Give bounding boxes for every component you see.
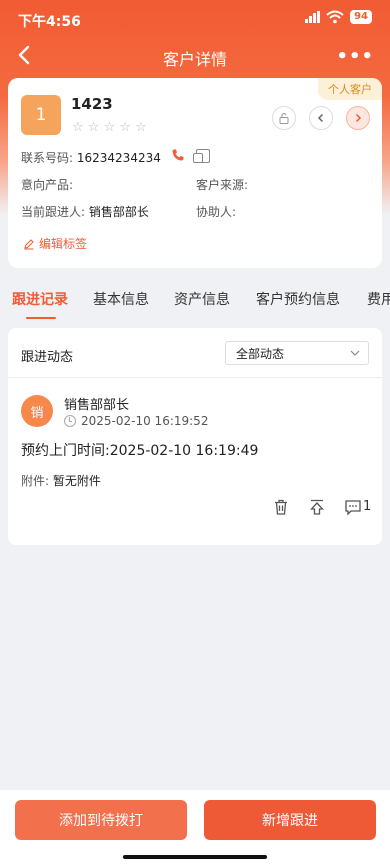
pencil-icon — [24, 238, 34, 249]
follower-avatar: 销 — [21, 395, 53, 427]
product-row: 意向产品: — [21, 176, 73, 193]
tab-bar: 跟进记录 基本信息 资产信息 客户预约信息 费用 — [0, 285, 390, 321]
customer-card: 个人客户 1 1423 ☆ ☆ ☆ ☆ ☆ 联系号码: 16234234234 … — [8, 78, 382, 268]
source-row: 客户来源: — [196, 176, 248, 193]
follower-value: 销售部部长 — [88, 205, 149, 219]
comment-count: 1 — [363, 499, 372, 514]
follow-time-text: 2025-02-10 16:19:52 — [81, 414, 209, 428]
follow-header-label: 跟进动态 — [21, 350, 74, 365]
follow-content: 预约上门时间:2025-02-10 16:19:49 — [21, 443, 259, 459]
chevron-left-icon — [317, 113, 324, 123]
more-options-icon[interactable]: ••• — [336, 46, 374, 67]
follower-row: 当前跟进人: 销售部部长 — [21, 203, 149, 220]
status-time: 下午4:56 — [18, 14, 81, 30]
tab-fees[interactable]: 费用 — [367, 289, 390, 309]
status-icons: 94 — [305, 10, 372, 24]
attachment-label: 附件: — [21, 474, 50, 488]
assistant-row: 协助人: — [196, 203, 236, 220]
comment-icon[interactable] — [344, 498, 362, 516]
attachment-row: 附件: 暂无附件 — [21, 472, 101, 489]
chevron-right-icon — [355, 113, 362, 123]
signal-icon — [305, 11, 321, 23]
unlock-button[interactable] — [272, 106, 296, 130]
pin-top-icon[interactable] — [308, 498, 326, 516]
follow-card: 跟进动态 全部动态 销 销售部部长 2025-02-10 16:19:52 预约… — [8, 328, 382, 545]
attachment-value: 暂无附件 — [52, 474, 101, 488]
product-label: 意向产品: — [21, 178, 74, 192]
wifi-icon — [326, 10, 344, 24]
clock-icon — [64, 415, 76, 427]
phone-number: 16234234234 — [76, 151, 161, 165]
follower-name: 销售部部长 — [64, 398, 130, 413]
nav-bar: 客户详情 ••• — [0, 38, 390, 74]
next-customer-button[interactable] — [346, 106, 370, 130]
follower-label: 当前跟进人: — [21, 205, 86, 219]
filter-value: 全部动态 — [236, 347, 285, 361]
tab-follow-records[interactable]: 跟进记录 — [12, 289, 68, 309]
tab-indicator — [26, 317, 56, 319]
customer-avatar: 1 — [21, 95, 61, 135]
copy-icon[interactable] — [193, 149, 210, 163]
home-indicator — [123, 855, 267, 859]
add-follow-up-button[interactable]: 新增跟进 — [204, 800, 376, 840]
battery-icon: 94 — [350, 10, 372, 24]
delete-icon[interactable] — [272, 498, 290, 516]
chevron-down-icon — [350, 350, 360, 356]
phone-label: 联系号码: — [21, 151, 74, 165]
tab-basic-info[interactable]: 基本信息 — [93, 289, 149, 309]
phone-row: 联系号码: 16234234234 — [21, 149, 161, 166]
follow-time: 2025-02-10 16:19:52 — [64, 414, 208, 428]
star-rating[interactable]: ☆ ☆ ☆ ☆ ☆ — [72, 120, 147, 135]
divider — [8, 377, 382, 378]
assistant-label: 协助人: — [196, 205, 237, 219]
customer-type-tag: 个人客户 — [318, 78, 382, 100]
status-bar: 下午4:56 94 — [0, 0, 390, 38]
tab-appointment-info[interactable]: 客户预约信息 — [256, 289, 340, 309]
source-label: 客户来源: — [196, 178, 249, 192]
add-to-call-list-button[interactable]: 添加到待拨打 — [15, 800, 187, 840]
follow-filter-select[interactable]: 全部动态 — [225, 341, 369, 365]
page-title: 客户详情 — [162, 50, 227, 69]
tab-asset-info[interactable]: 资产信息 — [174, 289, 230, 309]
edit-tag-link[interactable]: 编辑标签 — [23, 235, 87, 252]
unlock-icon — [279, 113, 289, 124]
customer-name: 1423 — [71, 95, 113, 113]
edit-tag-label: 编辑标签 — [39, 237, 88, 251]
prev-customer-button[interactable] — [309, 106, 333, 130]
phone-icon[interactable] — [171, 148, 185, 162]
